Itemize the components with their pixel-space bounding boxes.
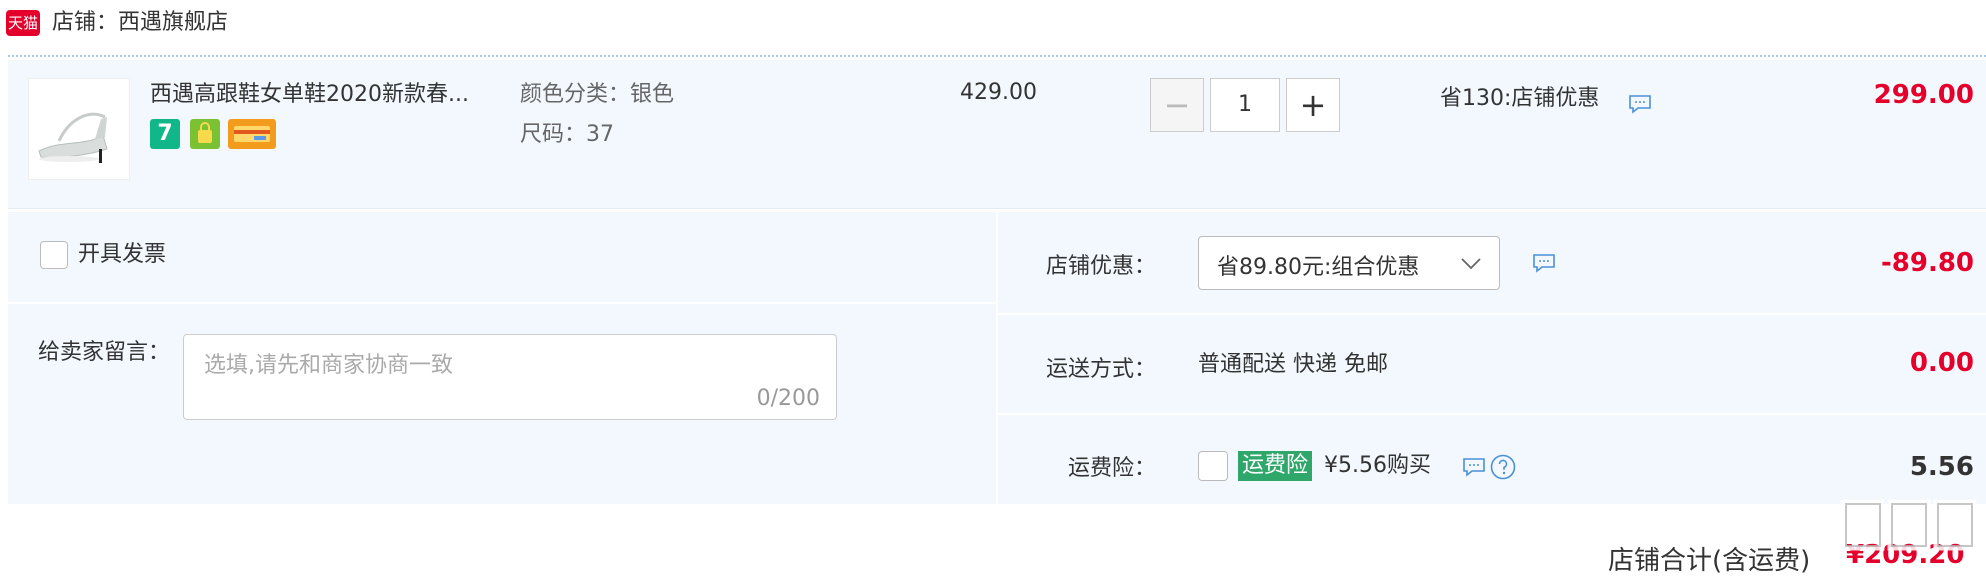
chat-icon[interactable]	[1532, 253, 1556, 273]
divider	[8, 208, 1986, 209]
item-subtotal: 299.00	[1873, 80, 1974, 110]
shop-total-label: 店铺合计(含运费)	[1608, 546, 1811, 576]
sku-color: 颜色分类：银色	[520, 82, 675, 107]
invoice-checkbox[interactable]	[40, 241, 68, 269]
insurance-tag: 运费险	[1238, 451, 1313, 481]
unit-price: 429.00	[960, 80, 1037, 105]
shop-name[interactable]: 店铺：西遇旗舰店	[52, 8, 228, 38]
chevron-down-icon	[1461, 258, 1481, 270]
divider	[998, 313, 1986, 315]
sku-size: 尺码：37	[520, 122, 614, 147]
seven-day-return-icon[interactable]: 7	[150, 119, 180, 149]
chat-icon[interactable]	[1628, 94, 1652, 114]
shipping-amount: 0.00	[1909, 348, 1974, 378]
card-icon[interactable]	[228, 119, 276, 149]
product-thumbnail[interactable]	[28, 78, 130, 180]
insurance-price[interactable]: ¥5.56购买	[1324, 451, 1431, 481]
divider	[8, 302, 996, 304]
chat-icon[interactable]	[1462, 457, 1486, 477]
watermark-icon	[1841, 499, 1977, 551]
insurance-amount: 5.56	[1909, 452, 1974, 482]
shop-header: 天猫 店铺：西遇旗舰店	[0, 0, 1986, 52]
discount-select[interactable]: 省89.80元:组合优惠	[1198, 236, 1500, 290]
qty-decrease-button[interactable]: −	[1150, 78, 1204, 132]
shipping-label: 运送方式：	[1045, 357, 1156, 382]
invoice-label[interactable]: 开具发票	[78, 240, 166, 270]
seller-message-input[interactable]: 选填,请先和商家协商一致 0/200	[183, 334, 837, 420]
discount-label: 店铺优惠：	[1045, 254, 1156, 279]
message-label: 给卖家留言：	[38, 340, 171, 365]
message-placeholder: 选填,请先和商家协商一致	[204, 353, 453, 378]
item-promo: 省130:店铺优惠	[1440, 86, 1600, 111]
discount-amount: -89.80	[1880, 248, 1974, 278]
message-counter: 0/200	[756, 386, 820, 411]
insurance-label: 运费险：	[1067, 456, 1156, 481]
product-title[interactable]: 西遇高跟鞋女单鞋2020新款春...	[150, 80, 469, 110]
qty-increase-button[interactable]: +	[1286, 78, 1340, 132]
discount-selected: 省89.80元:组合优惠	[1217, 255, 1420, 280]
quantity-input[interactable]: 1	[1210, 78, 1280, 132]
bag-icon[interactable]	[190, 119, 220, 149]
divider	[8, 55, 1986, 57]
shoe-image	[38, 112, 108, 163]
tmall-logo[interactable]: 天猫	[6, 10, 40, 36]
help-icon[interactable]	[1490, 454, 1516, 480]
divider	[998, 413, 1986, 415]
insurance-checkbox[interactable]	[1198, 451, 1228, 481]
shipping-method: 普通配送 快递 免邮	[1198, 352, 1388, 377]
